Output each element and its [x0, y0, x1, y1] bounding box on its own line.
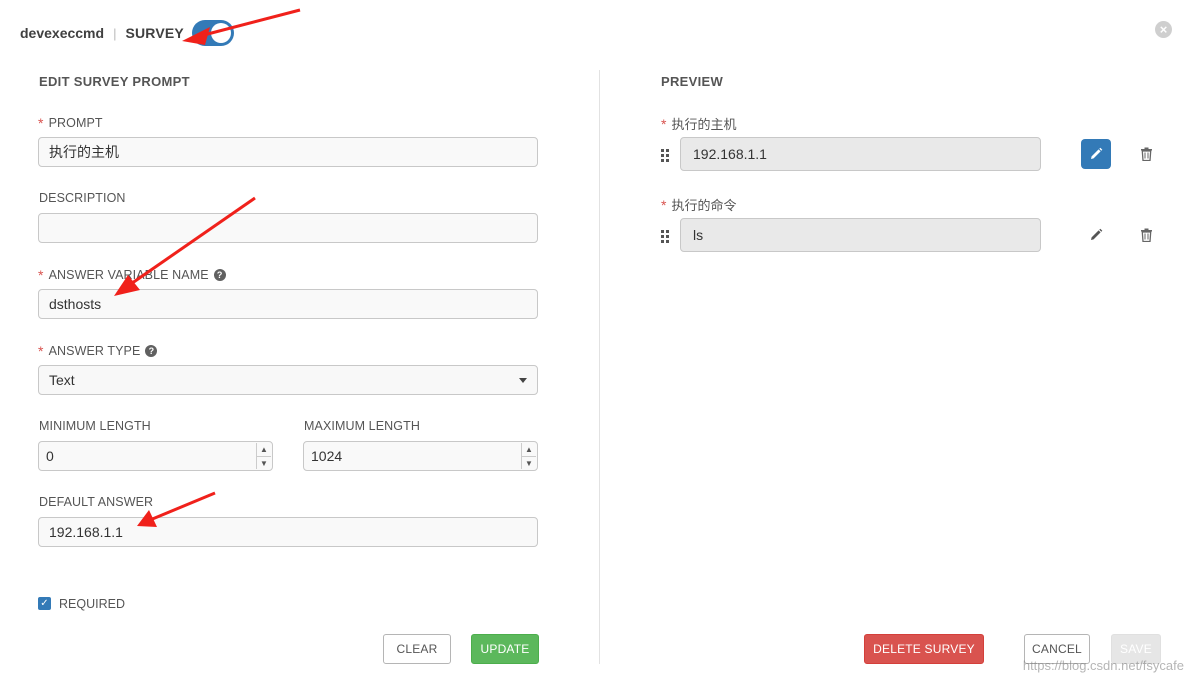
trash-icon — [1140, 228, 1152, 242]
variable-name-value: dsthosts — [49, 296, 102, 312]
required-marker: * — [38, 343, 44, 359]
min-length-input[interactable]: 0 ▲ ▼ — [38, 441, 273, 471]
description-label: DESCRIPTION — [39, 191, 126, 205]
answer-type-label-text: ANSWER TYPE — [48, 344, 141, 358]
edit-prompt-button[interactable] — [1081, 139, 1111, 169]
preview-item-label: * 执行的命令 — [661, 195, 736, 214]
prompt-label: * PROMPT — [38, 115, 103, 131]
preview-item-label-text: 执行的命令 — [671, 198, 737, 213]
chevron-down-icon — [519, 377, 527, 383]
required-checkbox-label: REQUIRED — [59, 597, 125, 611]
answer-type-select[interactable]: Text — [38, 365, 538, 395]
answer-type-label: * ANSWER TYPE ? — [38, 343, 158, 359]
survey-title: SURVEY — [125, 25, 184, 41]
stepper-down-icon[interactable]: ▼ — [257, 456, 271, 470]
toggle-knob — [210, 23, 231, 43]
delete-prompt-button[interactable] — [1137, 226, 1155, 244]
min-length-value: 0 — [46, 448, 54, 464]
default-answer-input[interactable]: 192.168.1.1 — [38, 517, 538, 547]
preview-item-value: ls — [693, 227, 704, 243]
default-answer-label-text: DEFAULT ANSWER — [39, 495, 154, 509]
required-marker: * — [661, 115, 667, 132]
clear-button[interactable]: CLEAR — [383, 634, 451, 664]
min-length-stepper[interactable]: ▲ ▼ — [256, 443, 271, 469]
drag-handle-icon[interactable] — [661, 149, 669, 162]
variable-name-label: * ANSWER VARIABLE NAME ? — [38, 267, 226, 283]
prompt-label-text: PROMPT — [48, 116, 103, 130]
help-icon[interactable]: ? — [145, 345, 158, 357]
preview-item-label: * 执行的主机 — [661, 114, 736, 133]
max-length-stepper[interactable]: ▲ ▼ — [521, 443, 536, 469]
description-input[interactable] — [38, 213, 538, 243]
stepper-down-icon[interactable]: ▼ — [522, 456, 536, 470]
required-marker: * — [38, 267, 44, 283]
update-button[interactable]: UPDATE — [471, 634, 539, 664]
pencil-icon — [1091, 147, 1103, 159]
watermark: https://blog.csdn.net/fsycafe — [1022, 658, 1184, 673]
description-label-text: DESCRIPTION — [39, 191, 126, 205]
max-length-label-text: MAXIMUM LENGTH — [304, 419, 420, 433]
min-length-label-text: MINIMUM LENGTH — [39, 419, 151, 433]
trash-icon — [1140, 147, 1152, 161]
preview-item-input: 192.168.1.1 — [680, 137, 1041, 171]
preview-item-label-text: 执行的主机 — [671, 117, 737, 132]
panel-divider — [599, 70, 600, 664]
modal-header: devexeccmd | SURVEY — [20, 20, 234, 46]
default-answer-label: DEFAULT ANSWER — [39, 495, 153, 509]
max-length-label: MAXIMUM LENGTH — [304, 419, 420, 433]
required-marker: * — [661, 196, 667, 213]
max-length-value: 1024 — [311, 448, 343, 464]
edit-prompt-button[interactable] — [1081, 220, 1111, 250]
variable-name-input[interactable]: dsthosts — [38, 289, 538, 319]
required-checkbox[interactable]: ✓ — [38, 597, 51, 610]
max-length-input[interactable]: 1024 ▲ ▼ — [303, 441, 538, 471]
edit-survey-title: EDIT SURVEY PROMPT — [39, 74, 190, 89]
survey-enabled-toggle[interactable] — [191, 20, 234, 46]
stepper-up-icon[interactable]: ▲ — [257, 443, 271, 456]
close-icon[interactable]: × — [1155, 21, 1172, 38]
min-length-label: MINIMUM LENGTH — [39, 419, 151, 433]
help-icon[interactable]: ? — [213, 269, 226, 281]
annotation-arrow-line — [149, 491, 216, 522]
preview-title: PREVIEW — [661, 74, 724, 89]
default-answer-value: 192.168.1.1 — [49, 524, 123, 540]
preview-item-input: ls — [680, 218, 1041, 252]
required-marker: * — [38, 115, 44, 131]
preview-item-value: 192.168.1.1 — [693, 146, 767, 162]
annotation-arrows — [114, 8, 301, 527]
variable-name-label-text: ANSWER VARIABLE NAME — [48, 268, 209, 282]
header-separator: | — [113, 25, 117, 41]
answer-type-value: Text — [49, 372, 75, 388]
drag-handle-icon[interactable] — [661, 230, 669, 243]
stepper-up-icon[interactable]: ▲ — [522, 443, 536, 456]
delete-survey-button[interactable]: DELETE SURVEY — [864, 634, 984, 664]
prompt-input-value: 执行的主机 — [49, 144, 119, 160]
job-name: devexeccmd — [20, 25, 105, 41]
prompt-input[interactable]: 执行的主机 — [38, 137, 538, 167]
pencil-icon — [1091, 228, 1103, 240]
delete-prompt-button[interactable] — [1137, 145, 1155, 163]
